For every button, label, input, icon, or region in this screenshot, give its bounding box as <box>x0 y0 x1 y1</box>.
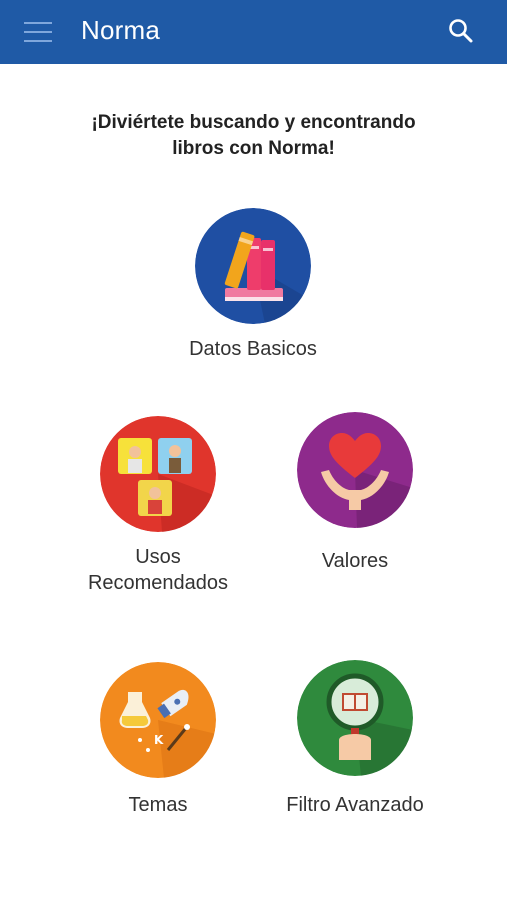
usos-recomendados-label: Usos Recomendados <box>68 544 248 596</box>
usos-recomendados-line-2: Recomendados <box>87 572 229 594</box>
filtro-avanzado-label: Filtro Avanzado <box>286 794 424 816</box>
people-cards-icon <box>100 416 216 532</box>
welcome-line-1: ¡Diviértete buscando y encontrando <box>91 112 416 133</box>
search-icon[interactable] <box>446 16 476 46</box>
app-title: Norma <box>81 15 161 45</box>
filtro-avanzado-button[interactable]: Filtro Avanzado <box>255 660 455 818</box>
welcome-line-2: libros con Norma! <box>172 138 335 159</box>
datos-basicos-label: Datos Basicos <box>189 338 317 360</box>
science-rocket-icon: K <box>100 662 216 778</box>
books-icon <box>195 208 311 324</box>
welcome-message: ¡Diviértete buscando y encontrando libro… <box>40 110 467 162</box>
usos-recomendados-line-1: Usos <box>135 546 181 568</box>
heart-hands-icon <box>297 412 413 528</box>
valores-button[interactable]: Valores <box>270 412 440 574</box>
app-bar: Norma <box>0 0 507 64</box>
magnifier-book-icon <box>297 660 413 776</box>
temas-button[interactable]: K Temas <box>70 662 246 818</box>
datos-basicos-button[interactable]: Datos Basicos <box>153 208 353 362</box>
temas-label: Temas <box>128 794 188 816</box>
valores-label: Valores <box>321 550 389 572</box>
svg-text:K: K <box>154 733 164 747</box>
usos-recomendados-button[interactable]: Usos Recomendados <box>68 416 248 596</box>
menu-icon[interactable] <box>24 20 52 44</box>
